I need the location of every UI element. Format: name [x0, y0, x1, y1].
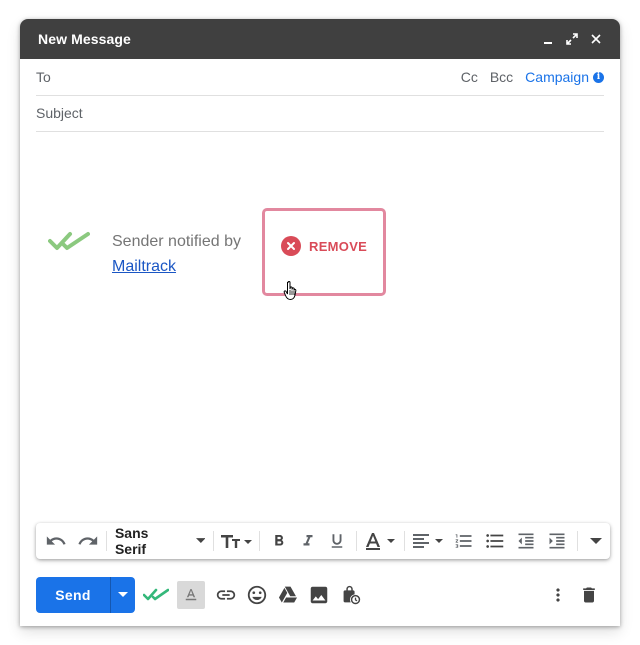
toolbar-divider [213, 531, 215, 551]
compose-window: New Message To Cc Bcc Campaign i Subject [20, 19, 620, 626]
to-field[interactable]: To Cc Bcc Campaign i [36, 59, 604, 96]
indent-more-icon [549, 533, 565, 549]
confidential-mode-button[interactable] [335, 580, 365, 610]
cc-link[interactable]: Cc [461, 69, 478, 85]
underline-icon [332, 534, 343, 548]
remove-label: REMOVE [309, 238, 368, 254]
link-icon [216, 590, 236, 600]
to-label: To [36, 69, 51, 85]
remove-x-icon [281, 236, 301, 256]
subject-field[interactable]: Subject [36, 95, 604, 132]
close-button[interactable] [584, 27, 608, 51]
double-check-icon [48, 232, 90, 250]
redo-icon [78, 536, 98, 545]
underline-button[interactable] [323, 527, 352, 555]
subject-label: Subject [36, 105, 83, 121]
drive-button[interactable] [273, 580, 303, 610]
indent-more-button[interactable] [542, 527, 573, 555]
formatting-options-button[interactable] [177, 581, 205, 609]
send-button[interactable]: Send [36, 577, 110, 613]
formatting-options-icon [185, 589, 197, 601]
font-select[interactable]: Sans Serif [111, 525, 209, 557]
hand-cursor-icon [283, 281, 297, 301]
indent-less-icon [518, 533, 534, 549]
campaign-label: Campaign [525, 69, 589, 85]
italic-icon [303, 535, 313, 546]
numbered-list-icon [455, 534, 472, 548]
trash-icon [583, 587, 595, 603]
text-color-button[interactable] [361, 527, 400, 555]
text-color-icon [365, 533, 395, 550]
dropdown-arrow-icon [118, 592, 128, 597]
remove-button[interactable]: REMOVE [281, 236, 367, 256]
mailtrack-link[interactable]: Mailtrack [112, 258, 176, 275]
toolbar-divider [404, 531, 406, 551]
signature-text: Sender notified by [112, 233, 241, 250]
info-icon[interactable]: i [593, 71, 604, 83]
text-size-button[interactable] [218, 527, 255, 555]
formatting-toolbar: Sans Serif [36, 523, 610, 559]
dropdown-arrow-icon [195, 538, 206, 543]
schedule-send-button[interactable] [110, 577, 135, 613]
more-options-button[interactable] [543, 580, 573, 610]
drive-icon [278, 586, 298, 603]
mailtrack-check-icon [143, 588, 169, 601]
minimize-button[interactable] [536, 27, 560, 51]
insert-link-button[interactable] [211, 580, 241, 610]
close-icon [591, 34, 601, 44]
bold-button[interactable] [264, 527, 293, 555]
window-title: New Message [38, 31, 131, 47]
bcc-link[interactable]: Bcc [490, 69, 513, 85]
toolbar-divider [259, 531, 261, 551]
indent-less-button[interactable] [511, 527, 542, 555]
align-icon [412, 534, 443, 548]
undo-button[interactable] [42, 527, 70, 555]
numbered-list-button[interactable] [448, 527, 479, 555]
font-name: Sans Serif [114, 525, 149, 557]
more-options-icon [556, 588, 560, 602]
more-formatting-icon [589, 538, 602, 544]
insert-photo-button[interactable] [304, 580, 334, 610]
compose-titlebar[interactable]: New Message [20, 19, 620, 59]
signature-text-block: Sender notified by Mailtrack [112, 229, 241, 279]
confidential-mode-icon [343, 585, 361, 605]
photo-icon [310, 586, 328, 604]
expand-icon [566, 33, 578, 45]
redo-button[interactable] [74, 527, 102, 555]
mailtrack-button[interactable] [141, 580, 171, 610]
italic-button[interactable] [294, 527, 323, 555]
align-button[interactable] [409, 527, 448, 555]
bottom-action-bar: Send [36, 577, 604, 613]
emoji-icon [247, 585, 267, 605]
undo-icon [46, 536, 66, 545]
emoji-button[interactable] [242, 580, 272, 610]
bulleted-list-button[interactable] [479, 527, 510, 555]
toolbar-divider [356, 531, 358, 551]
bulleted-list-icon [486, 534, 504, 548]
campaign-link[interactable]: Campaign i [525, 69, 604, 85]
mailtrack-signature: Sender notified by Mailtrack [48, 229, 241, 279]
text-size-icon [220, 535, 252, 548]
more-formatting-button[interactable] [582, 527, 610, 555]
bold-icon [275, 535, 284, 546]
discard-draft-button[interactable] [574, 580, 604, 610]
fullscreen-button[interactable] [560, 27, 584, 51]
toolbar-divider [106, 531, 107, 551]
toolbar-divider [577, 531, 578, 551]
minimize-icon [544, 42, 552, 44]
remove-highlight-box: REMOVE [262, 208, 386, 296]
